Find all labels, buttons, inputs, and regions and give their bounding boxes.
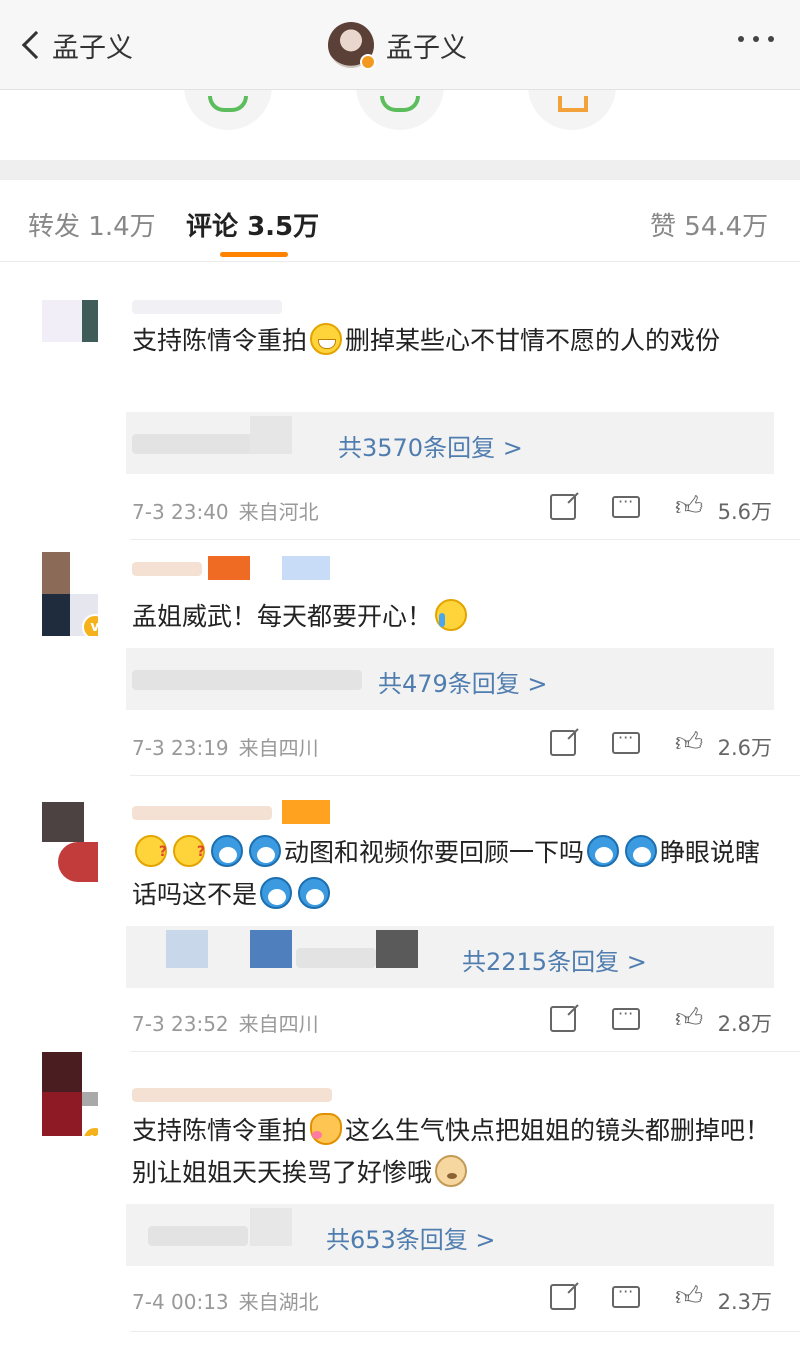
username-blurred[interactable]	[132, 294, 332, 318]
comment-item: v 支持陈情令重拍这么生气快点把姐姐的镜头都删掉吧！ 别让姐姐天天挨骂了好惨哦 …	[0, 1052, 800, 1332]
back-label: 孟子义	[52, 32, 133, 64]
thumbs-up-icon[interactable]: 👍︎	[675, 492, 703, 522]
thumbs-up-icon[interactable]: 👍︎	[675, 1282, 703, 1312]
reply-count-link[interactable]: 共479条回复 >	[378, 664, 548, 699]
comment-source: 来自四川	[238, 1012, 319, 1036]
verified-badge-icon	[360, 54, 376, 70]
tab-comments-count: 3.5万	[247, 212, 320, 242]
avatar[interactable]	[42, 300, 98, 384]
username-blurred[interactable]	[132, 800, 332, 824]
download-icon	[558, 96, 588, 112]
cat-emoji-icon	[310, 1113, 343, 1145]
profile-title[interactable]: 孟子义	[328, 22, 467, 70]
tab-comments[interactable]: 评论 3.5万	[186, 206, 319, 243]
thumbs-up-icon[interactable]: 👍︎	[675, 1004, 703, 1034]
tab-reposts-count: 1.4万	[88, 212, 156, 242]
comment-meta: 7-4 00:13 来自湖北 👍︎ 2.3万	[132, 1282, 772, 1316]
verified-badge-icon: v	[82, 1126, 98, 1136]
comment-meta: 7-3 23:40 来自河北 👍︎ 5.6万	[132, 492, 772, 526]
back-button[interactable]: 孟子义	[18, 22, 133, 68]
tab-bar: 转发 1.4万 评论 3.5万 赞 54.4万	[0, 180, 800, 262]
username-blurred[interactable]	[132, 556, 332, 580]
comment-item: 支持陈情令重拍 删掉某些心不甘情不愿的人的戏份 共3570条回复 > 7-3 23…	[0, 262, 800, 540]
page-title: 孟子义	[386, 32, 467, 64]
comment-time: 7-3 23:19	[132, 736, 229, 760]
more-options-icon[interactable]	[738, 36, 774, 42]
avatar[interactable]	[42, 802, 98, 886]
comment-meta: 7-3 23:52 来自四川 👍︎ 2.8万	[132, 1004, 772, 1038]
crying-emoji-icon	[435, 599, 468, 631]
doraemon-emoji-icon	[249, 835, 281, 867]
doraemon-emoji-icon	[587, 835, 620, 867]
top-nav-bar: 孟子义 孟子义	[0, 0, 800, 90]
comment-item: v 孟姐威武！每天都要开心！ 共479条回复 > 7-3 23:19 来自四川 👍…	[0, 540, 800, 776]
reply-preview[interactable]: 共479条回复 >	[126, 648, 774, 710]
reply-preview[interactable]: 共653条回复 >	[126, 1204, 774, 1266]
comment-text: 支持陈情令重拍 删掉某些心不甘情不愿的人的戏份	[132, 320, 782, 362]
wechat-share-button[interactable]	[184, 90, 272, 130]
doraemon-emoji-icon	[298, 877, 331, 909]
comment-time: 7-4 00:13	[132, 1290, 229, 1314]
share-icon[interactable]	[550, 730, 576, 756]
comment-icon[interactable]	[612, 1282, 640, 1308]
verified-badge-icon: v	[82, 614, 98, 636]
comment-meta: 7-3 23:19 来自四川 👍︎ 2.6万	[132, 728, 772, 762]
save-share-button[interactable]	[528, 90, 616, 130]
comment-time: 7-3 23:40	[132, 500, 229, 524]
comment-icon[interactable]	[612, 492, 640, 518]
share-actions	[0, 90, 800, 160]
like-count[interactable]: 5.6万	[718, 496, 772, 526]
share-icon[interactable]	[550, 1284, 576, 1310]
comment-text: 支持陈情令重拍 这么生气快点把姐姐的镜头都删掉吧！ 别让姐姐天天挨骂了好惨哦	[132, 1110, 782, 1194]
avatar[interactable]: v	[42, 1052, 98, 1136]
avatar[interactable]	[328, 22, 376, 70]
doubt-emoji-icon	[173, 831, 205, 873]
reply-preview[interactable]: 共3570条回复 >	[126, 412, 774, 474]
doraemon-emoji-icon	[211, 835, 243, 867]
comment-text: 孟姐威武！每天都要开心！	[132, 596, 782, 638]
reply-preview[interactable]: 共2215条回复 >	[126, 926, 774, 988]
comment-source: 来自河北	[238, 500, 319, 524]
thumbs-up-icon[interactable]: 👍︎	[675, 728, 703, 758]
share-icon[interactable]	[550, 494, 576, 520]
tab-likes-count: 54.4万	[684, 212, 769, 242]
share-icon[interactable]	[550, 1006, 576, 1032]
moments-icon	[380, 96, 420, 112]
comment-source: 来自四川	[238, 736, 319, 760]
doraemon-emoji-icon	[260, 877, 293, 909]
grin-emoji-icon	[310, 323, 343, 355]
comment-time: 7-3 23:52	[132, 1012, 229, 1036]
like-count[interactable]: 2.3万	[718, 1286, 772, 1316]
section-divider	[0, 160, 800, 180]
doubt-emoji-icon	[135, 831, 167, 873]
chevron-left-icon	[21, 30, 51, 60]
tab-reposts-label: 转发	[28, 212, 81, 242]
doge-emoji-icon	[435, 1155, 468, 1187]
comment-source: 来自湖北	[238, 1290, 319, 1314]
avatar[interactable]: v	[42, 552, 98, 636]
reply-count-link[interactable]: 共653条回复 >	[326, 1220, 496, 1255]
doraemon-emoji-icon	[625, 835, 658, 867]
tab-likes[interactable]: 赞 54.4万	[650, 206, 768, 243]
moments-share-button[interactable]	[356, 90, 444, 130]
tab-active-indicator	[220, 252, 288, 257]
tab-reposts[interactable]: 转发 1.4万	[28, 206, 156, 243]
comment-icon[interactable]	[612, 1004, 640, 1030]
reply-count-link[interactable]: 共3570条回复 >	[338, 428, 523, 463]
tab-comments-label: 评论	[186, 212, 239, 242]
comment-icon[interactable]	[612, 728, 640, 754]
comment-text: 动图和视频你要回顾一下吗睁眼说瞎话吗这不是	[132, 831, 782, 916]
reply-count-link[interactable]: 共2215条回复 >	[462, 942, 647, 977]
comment-item: 动图和视频你要回顾一下吗睁眼说瞎话吗这不是 共2215条回复 > 7-3 23:…	[0, 776, 800, 1052]
tab-likes-label: 赞	[650, 212, 677, 242]
like-count[interactable]: 2.6万	[718, 732, 772, 762]
like-count[interactable]: 2.8万	[718, 1008, 772, 1038]
divider	[130, 1331, 800, 1332]
wechat-icon	[208, 96, 248, 112]
username-blurred[interactable]	[132, 1082, 332, 1106]
